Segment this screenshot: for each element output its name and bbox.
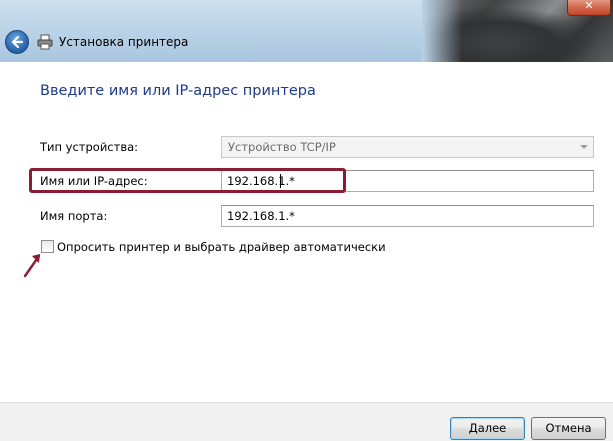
next-button[interactable]: Далее [450,417,525,440]
page-heading: Введите имя или IP-адрес принтера [40,83,316,99]
close-button[interactable]: ✕ [567,0,611,16]
chevron-down-icon [580,145,588,149]
port-field[interactable] [221,205,594,227]
port-input[interactable] [222,206,593,226]
device-type-select[interactable]: Устройство TCP/IP [221,136,594,158]
cancel-button[interactable]: Отмена [531,417,606,440]
window-title: Установка принтера [59,35,189,49]
wizard-content: Введите имя или IP-адрес принтера Тип ус… [0,62,613,402]
back-button[interactable] [5,30,29,54]
highlight-annotation [29,168,346,193]
annotation-arrow-icon [23,254,41,278]
wizard-footer: Далее Отмена [0,402,613,441]
device-type-value: Устройство TCP/IP [228,140,336,154]
device-type-label: Тип устройства: [40,140,139,154]
title-bar: ✕ Установка принтера [0,0,613,62]
auto-detect-label[interactable]: Опросить принтер и выбрать драйвер автом… [57,240,386,254]
close-icon: ✕ [584,0,594,12]
back-arrow-icon [11,35,24,49]
printer-icon [37,34,53,50]
port-label: Имя порта: [40,209,108,223]
